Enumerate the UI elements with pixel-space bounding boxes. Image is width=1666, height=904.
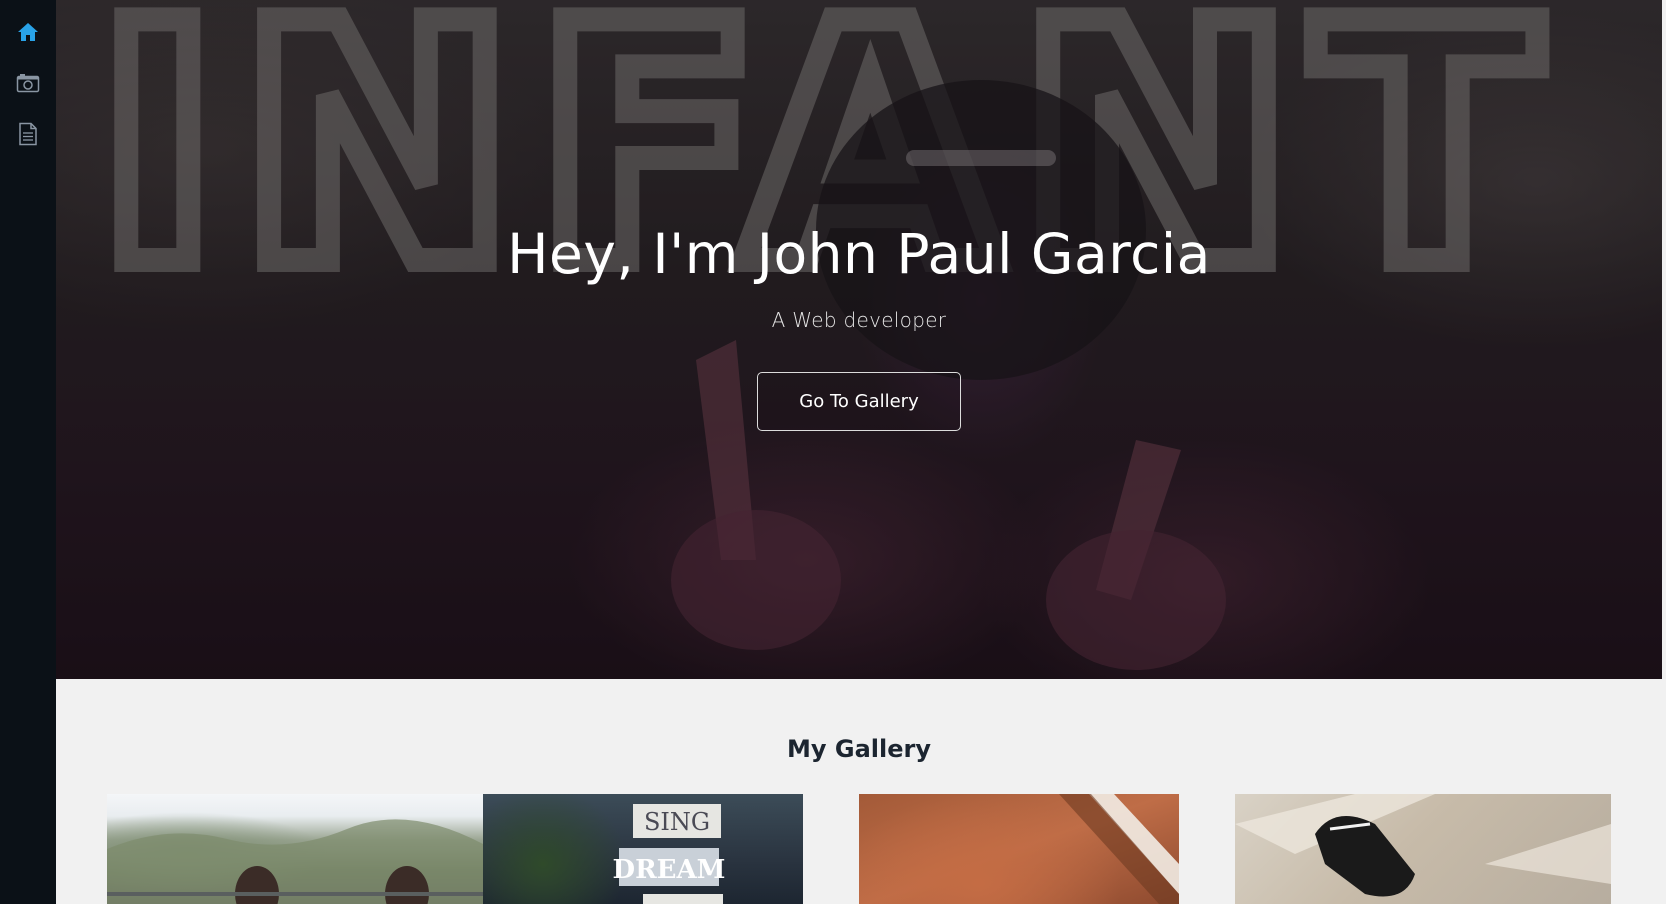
gallery-photo (1235, 794, 1611, 897)
camera-icon (16, 74, 40, 93)
sign-text-2: DREAM (613, 855, 726, 885)
sidebar (0, 0, 56, 904)
hero-section: INFANT REF Hey, I'm John Paul Garcia A W… (56, 0, 1662, 679)
gallery-photo (1059, 794, 1179, 904)
sign-text-1: SING (644, 808, 710, 836)
hero-subtitle: A Web developer (771, 308, 947, 332)
gallery-thumbnail-4[interactable] (1235, 794, 1611, 904)
gallery-thumbnail-1[interactable] (107, 794, 483, 904)
gallery-title: My Gallery (787, 735, 931, 763)
gallery-photo: SING DREAM (613, 804, 726, 904)
document-icon (19, 122, 37, 146)
go-to-gallery-button[interactable]: Go To Gallery (757, 372, 961, 431)
gallery-section: My Gallery SING DREAM (56, 679, 1662, 904)
hero-title: Hey, I'm John Paul Garcia (507, 222, 1211, 286)
gallery-photo (107, 819, 483, 904)
sidebar-item-resume[interactable] (15, 122, 41, 146)
gallery-thumbnail-3[interactable] (859, 794, 1179, 904)
home-icon (18, 23, 38, 41)
hero-content: Hey, I'm John Paul Garcia A Web develope… (56, 0, 1662, 431)
sidebar-item-gallery[interactable] (15, 71, 41, 95)
gallery-thumbnail-2[interactable]: SING DREAM (483, 794, 803, 904)
sidebar-item-home[interactable] (15, 20, 41, 44)
